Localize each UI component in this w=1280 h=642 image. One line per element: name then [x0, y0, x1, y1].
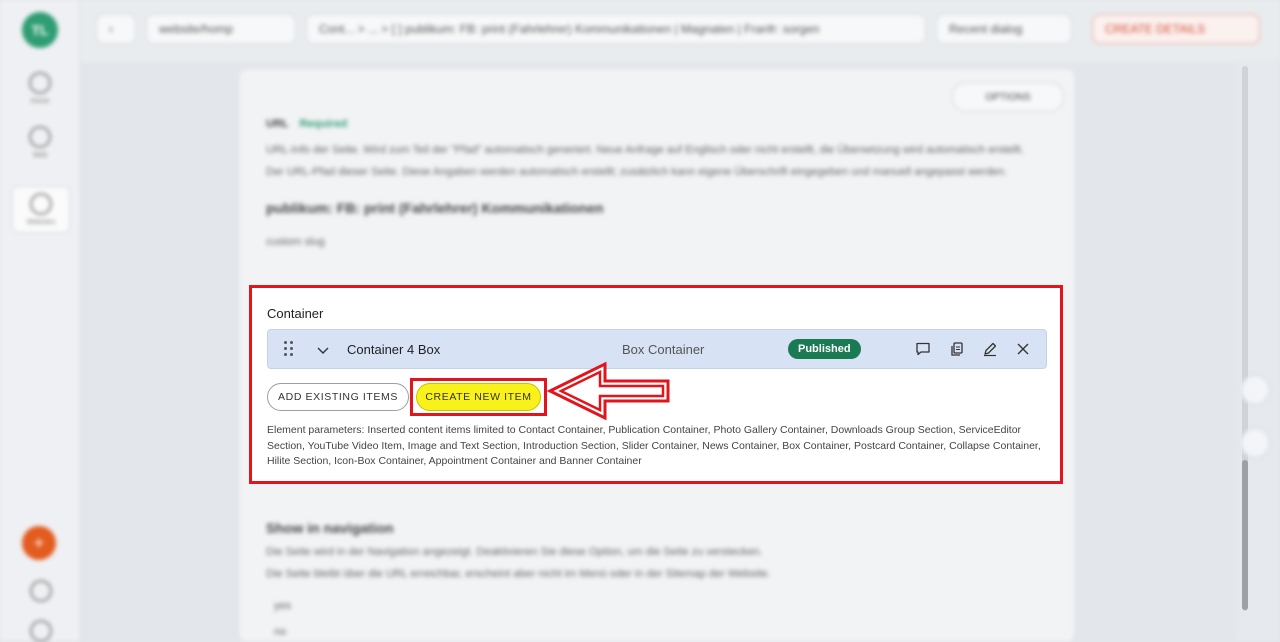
nav-help-2: Die Seite bleibt über die URL erreichbar… [266, 568, 771, 580]
url-help-2: Der URL-Pfad dieser Seite. Diese Angaben… [266, 166, 1008, 178]
site-select[interactable]: website/homp [146, 14, 296, 44]
top-bar: ‹ website/homp Cont... > ... > [ ] publi… [80, 0, 1280, 62]
breadcrumb[interactable]: Cont... > ... > [ ] publikum: FB: print … [306, 14, 926, 44]
app-logo[interactable]: TL [22, 12, 58, 48]
back-button[interactable]: ‹ [96, 14, 136, 44]
rail-item-home[interactable]: Home [12, 72, 68, 105]
edit-pencil-icon[interactable] [982, 341, 998, 357]
nav-help-1: Die Seite wird in der Navigation angezei… [266, 546, 763, 558]
url-help-1: URL-Info der Seite. Wird zum Teil der "P… [266, 144, 1024, 156]
rail-item-websites[interactable]: Websites [12, 186, 70, 233]
create-new-item-button[interactable]: CREATE NEW ITEM [416, 383, 541, 411]
nav-option-no[interactable]: no [274, 626, 286, 638]
status-badge: Published [788, 339, 861, 359]
globe-icon [29, 126, 51, 148]
close-icon[interactable] [1015, 341, 1031, 357]
link-icon[interactable] [1240, 428, 1270, 458]
chevron-down-icon[interactable] [316, 343, 330, 357]
rail-item-web[interactable]: Web [12, 126, 68, 159]
drag-handle-icon[interactable] [284, 341, 296, 357]
scrollbar-thumb[interactable] [1242, 460, 1248, 610]
url-slug: custom slug [266, 236, 325, 248]
item-name: Container 4 Box [347, 342, 441, 357]
add-fab-button[interactable]: + [22, 526, 56, 560]
collapse-panel-button[interactable] [1240, 375, 1270, 405]
url-section: URL Required [266, 118, 347, 130]
globe-icon [30, 193, 52, 215]
item-type: Box Container [622, 342, 705, 357]
url-heading: URL [266, 118, 289, 130]
nav-heading: Show in navigation [266, 520, 394, 536]
url-value[interactable]: publikum: FB: print (Fahrlehrer) Kommuni… [266, 200, 604, 216]
comment-icon[interactable] [915, 341, 931, 357]
left-rail: TL Home Web Websites + [0, 0, 81, 642]
notification-icon[interactable] [30, 620, 52, 642]
view-select[interactable]: Recent dialog [936, 14, 1072, 44]
container-title: Container [267, 306, 324, 321]
settings-icon[interactable] [30, 580, 52, 602]
element-parameters-text: Element parameters: Inserted content ite… [267, 424, 1041, 467]
home-icon [29, 72, 51, 94]
options-button[interactable]: OPTIONS [952, 82, 1064, 112]
create-new-item-highlight: CREATE NEW ITEM [410, 378, 547, 416]
duplicate-icon[interactable] [949, 341, 965, 357]
nav-option-yes[interactable]: yes [274, 600, 291, 612]
container-panel: Container Container 4 Box Box Container … [249, 285, 1063, 484]
add-existing-items-button[interactable]: ADD EXISTING ITEMS [267, 383, 409, 411]
annotation-arrow-icon [546, 361, 670, 421]
create-details-button[interactable]: CREATE DETAILS [1092, 14, 1260, 44]
required-status: Required [299, 118, 348, 130]
